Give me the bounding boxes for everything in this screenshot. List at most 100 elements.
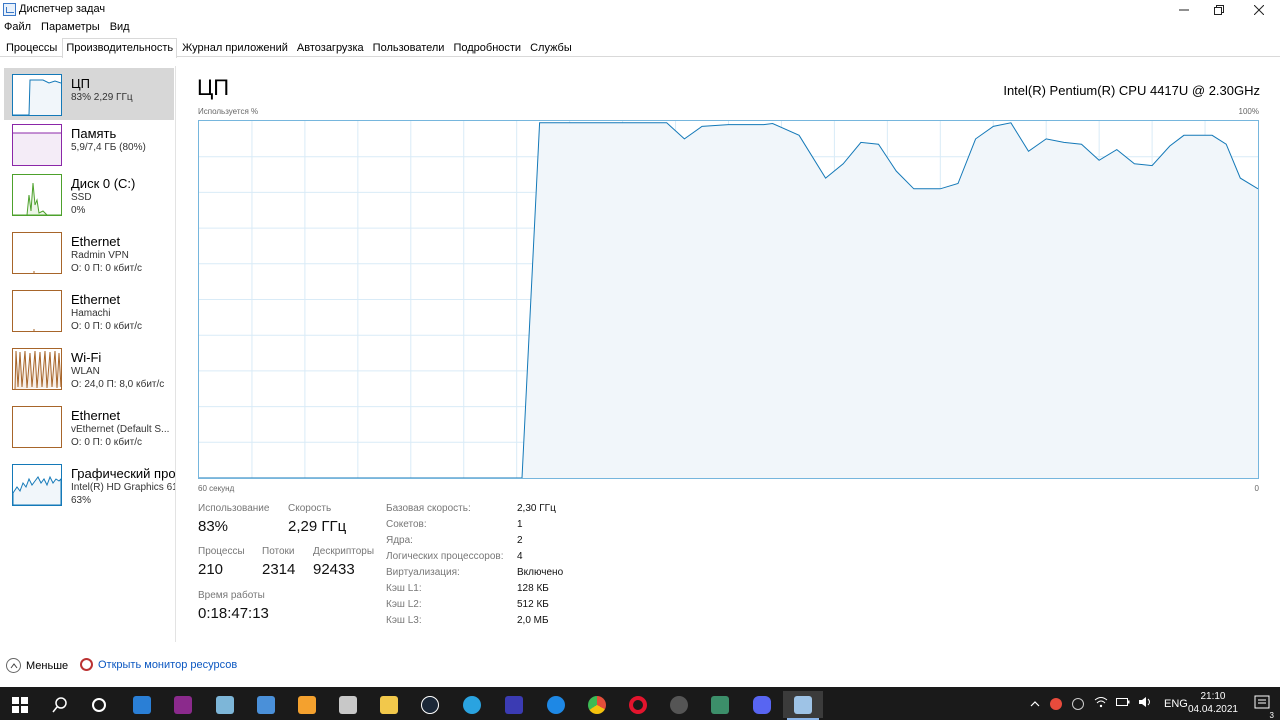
taskbar-chrome[interactable] [577,691,617,718]
winrar-icon [174,695,192,714]
tray-app-icon[interactable] [1050,697,1062,710]
discord-icon [753,695,771,714]
window-title: Диспетчер задач [19,3,106,15]
graph-ylabel: Используется % [198,107,259,116]
sidebar-item-detail: 5,9/7,4 ГБ (80%) [71,142,146,153]
cpu-model-name: Intel(R) Pentium(R) CPU 4417U @ 2.30GHz [1003,83,1260,98]
taskbar-notepad[interactable] [205,691,245,718]
detail-label: Сокетов: [386,519,427,530]
sidebar-item-detail: 83% 2,29 ГГц [71,92,133,103]
network-app-icon [547,695,565,714]
graph-xmin-label: 0 [1254,484,1259,493]
taskbar-sublime[interactable] [287,691,327,718]
sidebar-item-ethernet-vethernet[interactable]: Ethernet vEthernet (Default S... О: 0 П:… [4,400,174,452]
volume-icon[interactable] [1138,696,1152,711]
system-tray: ENG [1030,687,1188,720]
stat-value: 83% [198,518,229,535]
menu-file[interactable]: Файл [0,20,37,37]
page-title: ЦП [197,75,230,100]
sublime-icon [298,695,316,714]
sidebar-item-disk[interactable]: Диск 0 (C:) SSD 0% [4,168,174,220]
sidebar-item-title: Ethernet [71,234,121,249]
taskbar-shortcut[interactable] [246,691,286,718]
detail-value: 2,0 МБ [517,615,549,626]
open-resource-monitor-link[interactable]: Открыть монитор ресурсов [80,658,237,671]
sidebar-item-title: ЦП [71,76,90,91]
taskbar-winrar[interactable] [163,691,203,718]
close-button[interactable] [1241,0,1277,20]
tab-users[interactable]: Пользователи [369,38,449,57]
less-details-button[interactable]: Меньше [6,658,68,673]
chevron-up-icon [6,658,21,673]
menu-view[interactable]: Вид [106,20,136,37]
resource-monitor-label: Открыть монитор ресурсов [98,658,238,671]
search-button[interactable] [40,691,80,718]
sidebar-item-wifi[interactable]: Wi-Fi WLAN О: 24,0 П: 8,0 кбит/с [4,342,174,394]
wifi-icon[interactable] [1094,696,1108,711]
taskbar-mail[interactable] [122,691,162,718]
tab-app-history[interactable]: Журнал приложений [178,38,292,57]
less-details-label: Меньше [26,659,69,672]
taskbar-monitor-app[interactable] [494,691,534,718]
sidebar-item-cpu[interactable]: ЦП 83% 2,29 ГГц [4,68,174,120]
maximize-button[interactable] [1201,0,1237,20]
sidebar-item-ethernet-hamachi[interactable]: Ethernet Hamachi О: 0 П: 0 кбит/с [4,284,174,336]
task-manager-icon [794,695,812,714]
task-view-button[interactable] [79,691,119,718]
tab-services[interactable]: Службы [526,38,576,57]
detail-value: 1 [517,519,523,530]
system-clock[interactable]: 21:10 04.04.2021 [1188,690,1238,716]
graph-ymax-label: 100% [1238,107,1259,116]
taskbar-discord[interactable] [742,691,782,718]
detail-label: Логических процессоров: [386,551,504,562]
sidebar-item-value: О: 0 П: 0 кбит/с [71,263,143,274]
action-center-button[interactable]: 3 [1254,694,1274,720]
sidebar-item-value: 0% [71,205,86,216]
minimize-button[interactable] [1166,0,1202,20]
tab-details[interactable]: Подробности [449,38,525,57]
clock-date: 04.04.2021 [1187,704,1238,715]
graph-xlabel: 60 секунд [198,484,235,493]
sidebar-item-ethernet-radmin[interactable]: Ethernet Radmin VPN О: 0 П: 0 кбит/с [4,226,174,278]
taskbar-telegram[interactable] [452,691,492,718]
taskbar-app[interactable] [328,691,368,718]
resource-monitor-icon [80,658,93,671]
memory-thumbnail [12,124,62,166]
start-button[interactable] [0,691,40,718]
taskbar-task-manager[interactable] [783,691,823,720]
stat-value: 2,29 ГГц [288,518,347,535]
input-language-indicator[interactable]: ENG [1164,698,1188,710]
sidebar-item-gpu[interactable]: Графический процессор Intel(R) HD Graphi… [4,458,176,510]
sidebar-item-title: Ethernet [71,408,121,423]
taskbar-game[interactable] [700,691,740,718]
tab-startup[interactable]: Автозагрузка [293,38,368,57]
taskbar-media[interactable] [659,691,699,718]
resource-sidebar: ЦП 83% 2,29 ГГц Память 5,9/7,4 ГБ (80%) … [0,66,176,642]
stat-value: 92433 [313,561,355,578]
show-hidden-icons-icon[interactable] [1030,698,1040,710]
taskbar-opera[interactable] [618,691,658,718]
battery-icon[interactable] [1116,697,1130,710]
stat-value: 210 [198,561,224,578]
taskbar-network-app[interactable] [536,691,576,718]
sidebar-item-memory[interactable]: Память 5,9/7,4 ГБ (80%) [4,118,174,170]
stat-value: 2314 [262,561,296,578]
monitor-app-icon [505,695,523,714]
task-manager-icon [3,3,16,16]
menu-options[interactable]: Параметры [37,20,106,37]
tab-processes[interactable]: Процессы [0,38,61,57]
detail-label: Ядра: [386,535,413,546]
tray-app2-icon[interactable] [1072,697,1084,710]
stat-uptime: Время работы 0:18:47:13 [198,590,269,622]
stat-speed: Скорость 2,29 ГГц [288,503,346,535]
stat-processes: Процессы 210 [198,546,245,578]
sidebar-item-title: Графический процессор [71,466,176,481]
tab-performance[interactable]: Производительность [62,38,178,58]
detail-value: 512 КБ [517,599,549,610]
search-icon [52,696,67,712]
gpu-thumbnail [12,464,62,506]
stat-label: Время работы [198,590,265,601]
taskbar-explorer[interactable] [369,691,409,718]
taskbar-steam[interactable] [410,691,450,718]
sidebar-item-value: 63% [71,495,92,506]
